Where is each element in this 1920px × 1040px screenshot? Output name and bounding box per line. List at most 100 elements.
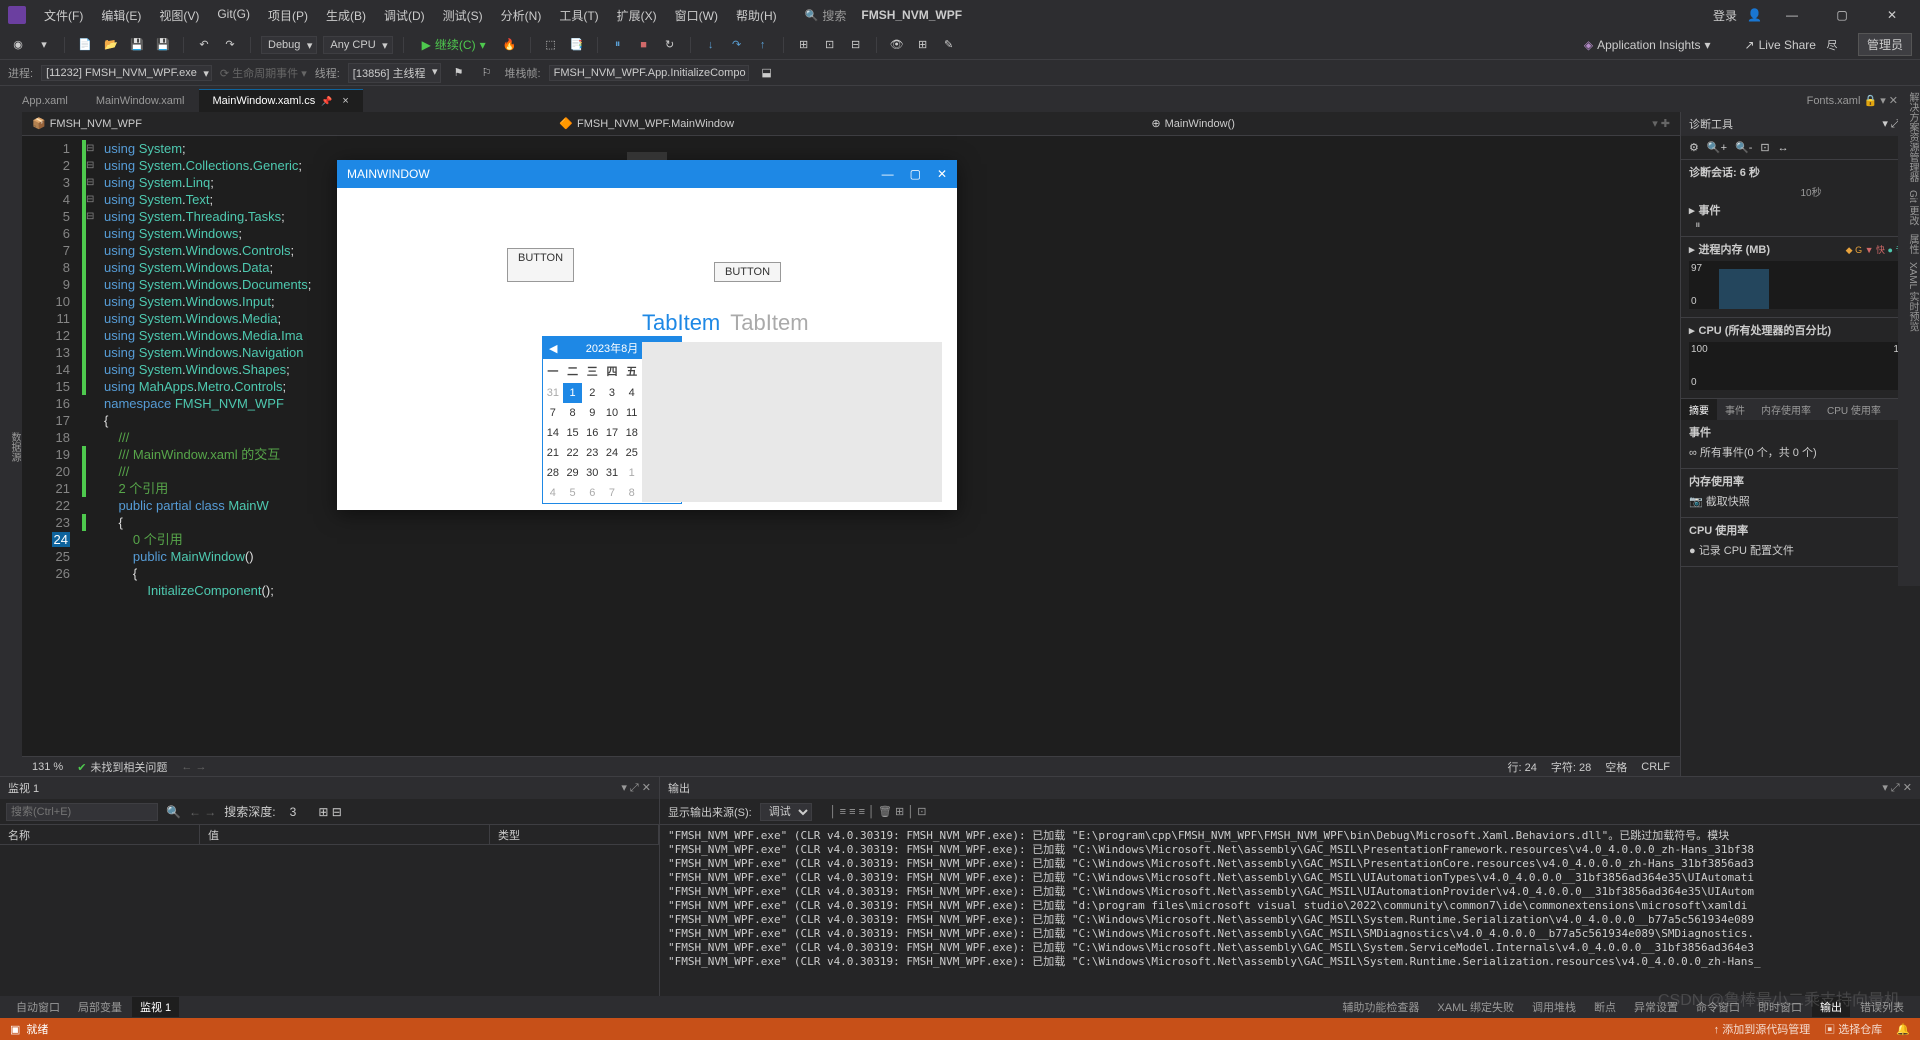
diag-tab[interactable]: CPU 使用率 bbox=[1819, 399, 1889, 420]
cal-month[interactable]: 2023年8月 bbox=[586, 340, 639, 356]
menu-item[interactable]: 帮助(H) bbox=[728, 3, 785, 28]
menu-item[interactable]: Git(G) bbox=[209, 3, 258, 28]
document-tab[interactable]: App.xaml bbox=[8, 90, 82, 112]
wpf-maximize-icon[interactable]: ▢ bbox=[910, 167, 921, 181]
redo-icon[interactable]: ↷ bbox=[220, 35, 240, 55]
calendar-day[interactable]: 21 bbox=[543, 443, 563, 463]
toolbar-icon[interactable]: ⊞ ⊟ bbox=[318, 805, 341, 819]
wpf-titlebar[interactable]: MAINWINDOW — ▢ ✕ bbox=[337, 160, 957, 188]
diag-tab[interactable]: 内存使用率 bbox=[1753, 399, 1819, 420]
snapshot-button[interactable]: 📷 截取快照 bbox=[1689, 489, 1912, 513]
calendar-day[interactable]: 29 bbox=[563, 463, 583, 483]
repo-hint[interactable]: ▣ 选择仓库 bbox=[1824, 1021, 1882, 1037]
calendar-day[interactable]: 1 bbox=[622, 463, 642, 483]
calendar-day[interactable]: 2 bbox=[582, 383, 602, 403]
calendar-day[interactable]: 7 bbox=[602, 483, 622, 503]
menu-item[interactable]: 工具(T) bbox=[551, 3, 606, 28]
menu-item[interactable]: 生成(B) bbox=[318, 3, 374, 28]
calendar-day[interactable]: 25 bbox=[622, 443, 642, 463]
calendar-day[interactable]: 3 bbox=[602, 383, 622, 403]
debug-toolbar-icon[interactable] bbox=[627, 152, 667, 160]
calendar-day[interactable]: 11 bbox=[622, 403, 642, 423]
undo-icon[interactable]: ↶ bbox=[194, 35, 214, 55]
user-icon[interactable]: 👤 bbox=[1747, 8, 1762, 22]
bottom-tab[interactable]: 断点 bbox=[1586, 997, 1624, 1017]
zoom-out-icon[interactable]: 🔍- bbox=[1735, 141, 1752, 154]
save-icon[interactable]: 💾 bbox=[127, 35, 147, 55]
feedback-icon[interactable]: 尽 bbox=[1822, 35, 1842, 55]
zoom-level[interactable]: 131 % bbox=[32, 761, 63, 773]
bottom-tab[interactable]: 错误列表 bbox=[1852, 997, 1912, 1017]
left-tool-strip[interactable]: 数据源 bbox=[0, 112, 22, 776]
nav-fwd-icon[interactable]: ▾ bbox=[34, 35, 54, 55]
nav-member[interactable]: ⊕ MainWindow() bbox=[1151, 117, 1235, 130]
new-icon[interactable]: 📄 bbox=[75, 35, 95, 55]
bottom-tab[interactable]: 异常设置 bbox=[1626, 997, 1686, 1017]
stop-icon[interactable]: ■ bbox=[634, 35, 654, 55]
bottom-tab[interactable]: 命令窗口 bbox=[1688, 997, 1748, 1017]
calendar-day[interactable]: 31 bbox=[543, 383, 563, 403]
menu-item[interactable]: 视图(V) bbox=[151, 3, 207, 28]
calendar-day[interactable]: 4 bbox=[543, 483, 563, 503]
pause-icon[interactable]: ⏸ bbox=[608, 35, 628, 55]
toolbar-icon[interactable]: 👁 bbox=[887, 35, 907, 55]
thread-combo[interactable]: [13856] 主线程 bbox=[348, 63, 441, 83]
watch-search-input[interactable] bbox=[6, 803, 158, 821]
gear-icon[interactable]: ⚙ bbox=[1689, 141, 1699, 154]
bottom-tab[interactable]: 自动窗口 bbox=[8, 997, 68, 1017]
bottom-tab[interactable]: 监视 1 bbox=[132, 997, 179, 1017]
wpf-minimize-icon[interactable]: — bbox=[882, 167, 894, 181]
calendar-day[interactable]: 18 bbox=[622, 423, 642, 443]
calendar-day[interactable]: 24 bbox=[602, 443, 622, 463]
bottom-tab[interactable]: 调用堆栈 bbox=[1524, 997, 1584, 1017]
cal-prev-icon[interactable]: ◀ bbox=[549, 342, 557, 355]
diag-tab[interactable]: 事件 bbox=[1717, 399, 1753, 420]
flag-icon[interactable]: ⚐ bbox=[477, 63, 497, 83]
login-link[interactable]: 登录 bbox=[1713, 7, 1737, 24]
document-tab[interactable]: MainWindow.xaml bbox=[82, 90, 199, 112]
depth-combo[interactable]: 3 bbox=[284, 804, 311, 820]
tab-item-1[interactable]: TabItem bbox=[642, 310, 720, 336]
toolbar-icon[interactable]: ⊟ bbox=[846, 35, 866, 55]
wpf-button-2[interactable]: BUTTON bbox=[714, 262, 781, 282]
bottom-tab[interactable]: 局部变量 bbox=[70, 997, 130, 1017]
diag-tab[interactable]: 摘要 bbox=[1681, 399, 1717, 420]
calendar-day[interactable]: 28 bbox=[543, 463, 563, 483]
platform-combo[interactable]: Any CPU bbox=[323, 36, 392, 54]
wpf-button-1[interactable]: BUTTON bbox=[507, 248, 574, 282]
step-over-icon[interactable]: ↷ bbox=[727, 35, 747, 55]
calendar-day[interactable]: 17 bbox=[602, 423, 622, 443]
calendar-day[interactable]: 1 bbox=[563, 383, 583, 403]
process-combo[interactable]: [11232] FMSH_NVM_WPF.exe bbox=[41, 65, 212, 81]
wpf-close-icon[interactable]: ✕ bbox=[937, 167, 947, 181]
menu-item[interactable]: 编辑(E) bbox=[93, 3, 149, 28]
continue-button[interactable]: 继续(C) ▾ bbox=[414, 34, 494, 55]
toolbar-icon[interactable]: ⊞ bbox=[913, 35, 933, 55]
output-source-combo[interactable]: 调试 bbox=[760, 803, 812, 821]
calendar-day[interactable]: 16 bbox=[582, 423, 602, 443]
menu-item[interactable]: 分析(N) bbox=[493, 3, 550, 28]
flag-icon[interactable]: ⚑ bbox=[449, 63, 469, 83]
bottom-tab[interactable]: XAML 绑定失败 bbox=[1429, 997, 1522, 1017]
toolbar-icon[interactable]: ⊡ bbox=[820, 35, 840, 55]
toolbar-icon[interactable]: ✎ bbox=[939, 35, 959, 55]
menu-item[interactable]: 文件(F) bbox=[36, 3, 91, 28]
hot-reload-icon[interactable]: 🔥 bbox=[500, 35, 520, 55]
cpu-header[interactable]: CPU (所有处理器的百分比) bbox=[1689, 322, 1912, 338]
menu-item[interactable]: 调试(D) bbox=[376, 3, 433, 28]
document-tab[interactable]: Fonts.xaml 🔒 ▾ ✕ bbox=[1793, 89, 1912, 112]
nav-back-icon[interactable]: ◉ bbox=[8, 35, 28, 55]
right-tool-strip[interactable]: 解决方案资源管理器Git 更改属性XAML 实时预览 bbox=[1898, 86, 1920, 586]
events-count[interactable]: ∞ 所有事件(0 个，共 0 个) bbox=[1689, 440, 1912, 464]
close-icon[interactable]: ✕ bbox=[1872, 0, 1912, 30]
step-into-icon[interactable]: ↓ bbox=[701, 35, 721, 55]
memory-header[interactable]: 进程内存 (MB) ◆ G ▼ 快 ● 专... bbox=[1689, 241, 1912, 257]
calendar-day[interactable]: 6 bbox=[582, 483, 602, 503]
menu-item[interactable]: 窗口(W) bbox=[667, 3, 726, 28]
toolbar-icon[interactable]: ⬚ bbox=[541, 35, 561, 55]
calendar-day[interactable]: 8 bbox=[563, 403, 583, 423]
document-tab[interactable]: MainWindow.xaml.cs bbox=[199, 89, 363, 112]
nav-class[interactable]: 🔶 FMSH_NVM_WPF.MainWindow bbox=[559, 117, 734, 130]
calendar-day[interactable]: 15 bbox=[563, 423, 583, 443]
calendar-day[interactable]: 23 bbox=[582, 443, 602, 463]
